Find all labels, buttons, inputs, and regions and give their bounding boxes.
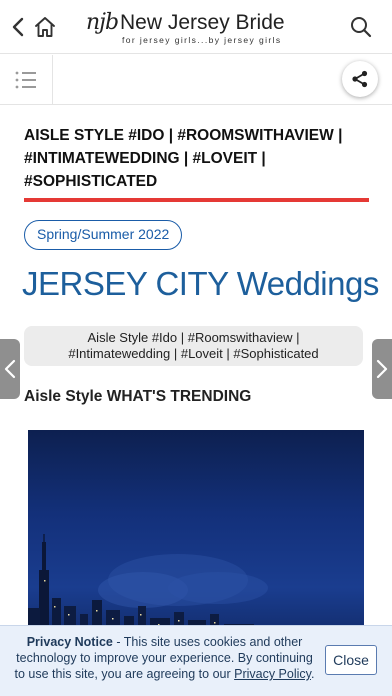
share-icon bbox=[352, 70, 368, 88]
logo-mark: njb bbox=[86, 10, 119, 35]
chevron-left-icon bbox=[12, 17, 24, 37]
privacy-notice-text: Privacy Notice - This site uses cookies … bbox=[12, 634, 317, 682]
privacy-close-button[interactable]: Close bbox=[325, 645, 377, 675]
hero-image[interactable] bbox=[28, 430, 364, 640]
privacy-policy-link[interactable]: Privacy Policy bbox=[234, 667, 311, 681]
privacy-notice-label: Privacy Notice bbox=[26, 635, 113, 649]
home-icon bbox=[35, 17, 55, 37]
hashtag-box: Aisle Style #Ido | #Roomswithaview | #In… bbox=[24, 326, 363, 366]
top-bar: njb New Jersey Bride for jersey girls...… bbox=[0, 0, 392, 54]
site-logo[interactable]: njb New Jersey Bride for jersey girls...… bbox=[86, 10, 316, 46]
section-heading: Aisle Style WHAT'S TRENDING bbox=[24, 388, 252, 405]
logo-title: New Jersey Bride bbox=[120, 11, 285, 34]
chevron-left-icon bbox=[4, 359, 16, 379]
home-button[interactable] bbox=[32, 14, 58, 40]
hashtag-line-1: Aisle Style #Ido | #Roomswithaview | bbox=[87, 330, 300, 345]
back-button[interactable] bbox=[8, 14, 30, 40]
search-icon bbox=[351, 17, 372, 38]
sub-toolbar bbox=[0, 55, 392, 105]
headline-divider bbox=[24, 198, 369, 202]
toolbar-divider bbox=[52, 55, 53, 105]
next-arrow[interactable] bbox=[372, 339, 392, 399]
article-headline: AISLE STYLE #IDO | #ROOMSWITHAVIEW | #IN… bbox=[24, 127, 343, 190]
page-title: JERSEY CITY Weddings bbox=[22, 265, 379, 302]
menu-button[interactable] bbox=[14, 68, 38, 92]
previous-arrow[interactable] bbox=[0, 339, 20, 399]
city-skyline-image bbox=[28, 534, 364, 640]
privacy-banner: Privacy Notice - This site uses cookies … bbox=[0, 625, 392, 696]
search-button[interactable] bbox=[348, 14, 374, 40]
season-tag[interactable]: Spring/Summer 2022 bbox=[24, 220, 183, 250]
privacy-notice-end: . bbox=[310, 667, 315, 681]
logo-tagline: for jersey girls...by jersey girls bbox=[122, 35, 282, 45]
list-menu-icon bbox=[15, 71, 36, 89]
share-button[interactable] bbox=[342, 61, 378, 97]
chevron-right-icon bbox=[376, 359, 388, 379]
hashtag-line-2: #Intimatewedding | #Loveit | #Sophistica… bbox=[68, 346, 319, 361]
